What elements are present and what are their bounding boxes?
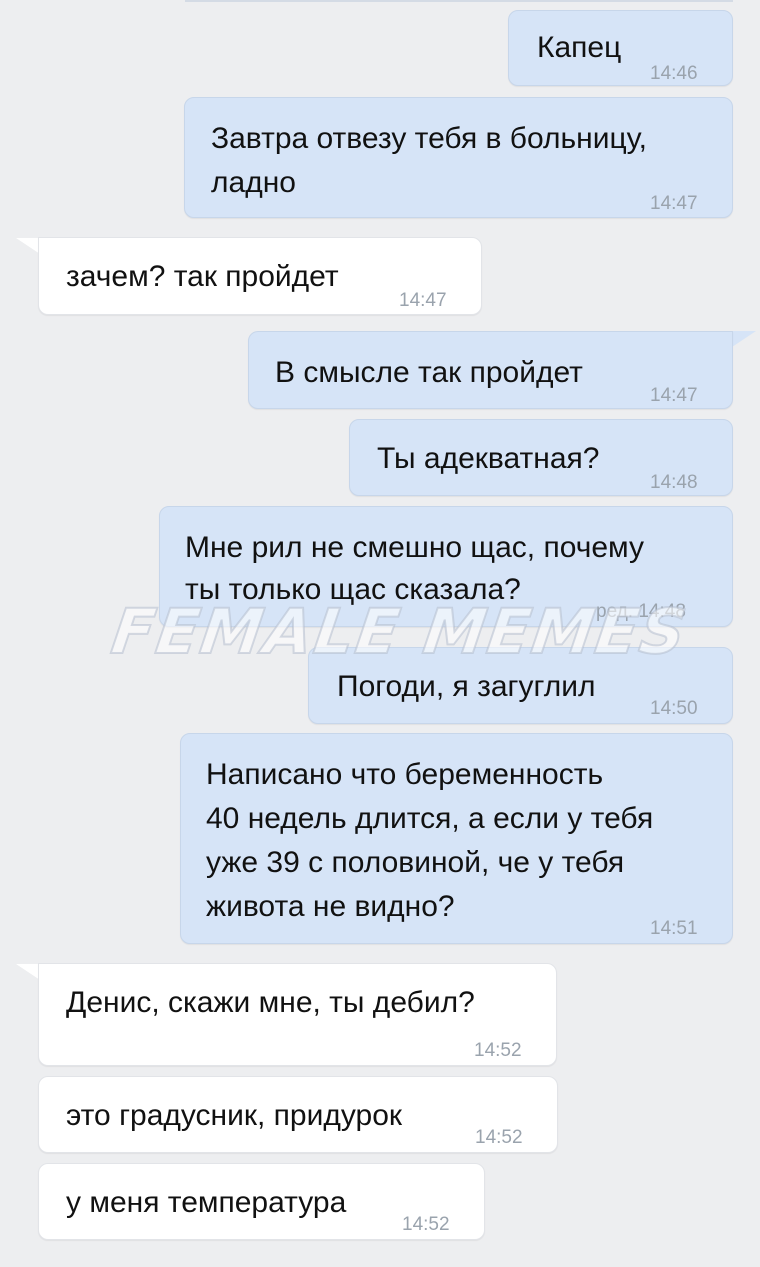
message-time: 14:47 [650, 193, 698, 214]
outgoing-message[interactable]: Мне рил не смешно щас, почему ты только … [159, 506, 733, 627]
outgoing-message[interactable]: Ты адекватная? 14:48 [349, 419, 733, 496]
message-text: у меня температура [66, 1186, 347, 1219]
outgoing-message[interactable]: Погоди, я загуглил 14:50 [308, 647, 733, 724]
incoming-message[interactable]: это градусник, придурок 14:52 [38, 1076, 558, 1153]
message-time: 14:50 [650, 698, 698, 719]
message-text: Завтра отвезу тебя в больницу, [211, 122, 647, 155]
message-text: Капец [537, 31, 622, 64]
outgoing-message[interactable]: Завтра отвезу тебя в больницу, ладно 14:… [184, 97, 733, 218]
message-text: живота не видно? [206, 890, 455, 923]
incoming-message[interactable]: у меня температура 14:52 [38, 1163, 485, 1240]
message-time: 14:52 [475, 1127, 523, 1148]
message-text: ты только щас сказала? [185, 573, 521, 606]
previous-message-edge [185, 0, 733, 2]
outgoing-bubble-tail [732, 331, 756, 347]
message-text: Ты адекватная? [377, 442, 600, 475]
message-text: зачем? так пройдет [66, 260, 339, 293]
incoming-bubble-tail [16, 238, 40, 254]
message-text: уже 39 с половиной, че у тебя [206, 846, 625, 879]
message-time: 14:47 [399, 290, 447, 311]
message-time: 14:46 [650, 63, 698, 84]
message-text: Денис, скажи мне, ты дебил? [66, 986, 475, 1019]
incoming-message[interactable]: зачем? так пройдет 14:47 [38, 237, 482, 315]
incoming-message[interactable]: Денис, скажи мне, ты дебил? 14:52 [38, 963, 557, 1066]
incoming-bubble-tail [16, 964, 40, 980]
outgoing-message[interactable]: В смысле так пройдет 14:47 [248, 331, 733, 409]
message-text: это градусник, придурок [66, 1099, 403, 1132]
message-text: В смысле так пройдет [275, 356, 583, 389]
message-time: 14:48 [650, 472, 698, 493]
message-text: 40 недель длится, а если у тебя [206, 802, 654, 835]
message-time: 14:52 [474, 1040, 522, 1061]
message-time: ред. 14:48 [596, 601, 686, 622]
message-time: 14:52 [402, 1214, 450, 1235]
message-text: Погоди, я загуглил [337, 670, 596, 703]
outgoing-message[interactable]: Капец 14:46 [508, 10, 733, 86]
message-time: 14:51 [650, 918, 698, 939]
message-text: ладно [211, 166, 296, 199]
message-text: Мне рил не смешно щас, почему [185, 531, 644, 564]
message-time: 14:47 [650, 385, 698, 406]
outgoing-message[interactable]: Написано что беременность 40 недель длит… [180, 733, 733, 944]
message-text: Написано что беременность [206, 758, 604, 791]
